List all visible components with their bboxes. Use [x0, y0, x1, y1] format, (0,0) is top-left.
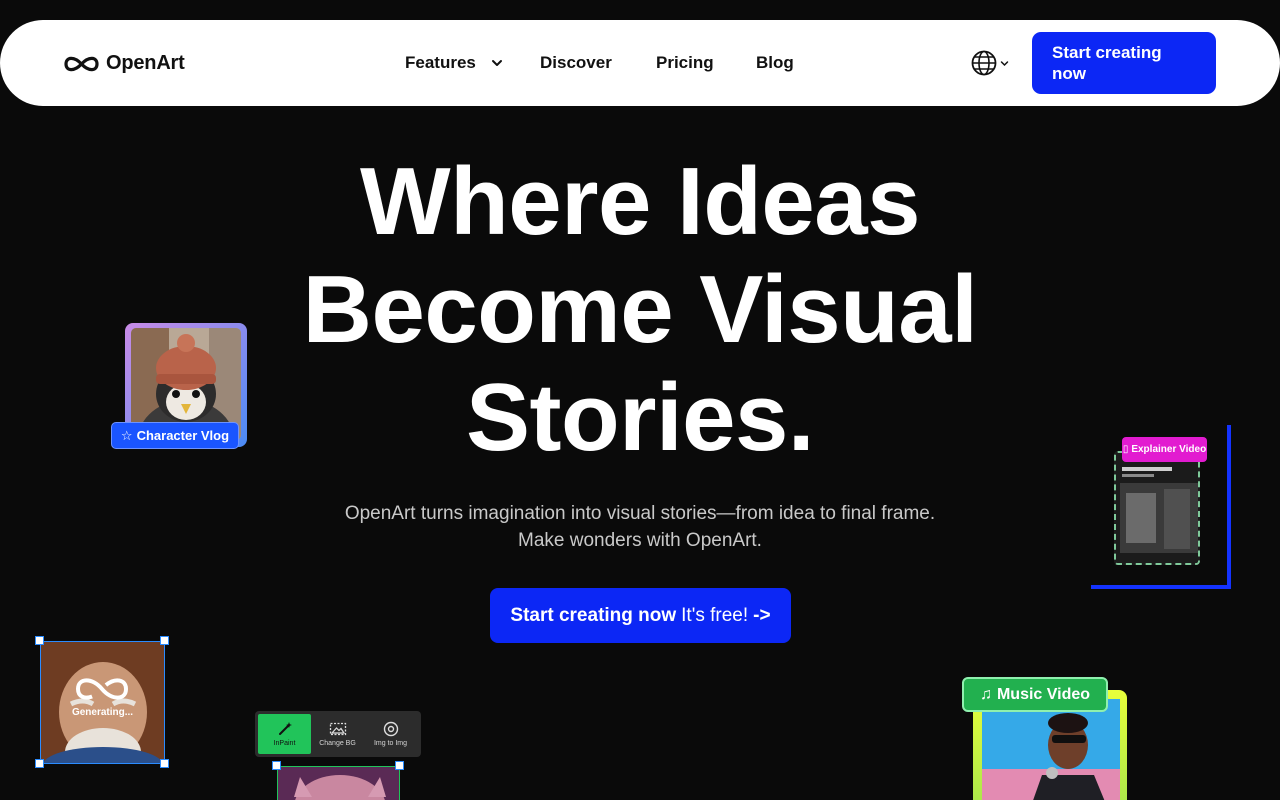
tool-inpaint-label: InPaint	[273, 740, 296, 747]
infinity-logo-icon	[64, 56, 99, 71]
resize-handle[interactable]	[160, 636, 169, 645]
hero-title-line: Become Visual	[302, 256, 978, 363]
nav-blog-link[interactable]: Blog	[756, 52, 794, 74]
hero-subtitle: OpenArt turns imagination into visual st…	[290, 500, 990, 554]
infinity-loading-icon	[75, 678, 129, 700]
top-navbar: OpenArt Features Discover Pricing Blog S…	[0, 20, 1280, 106]
resize-handle[interactable]	[35, 759, 44, 768]
music-note-icon: ♫	[979, 685, 992, 703]
hero-cta-label: Start creating now	[510, 604, 677, 626]
book-icon: ▯	[1122, 444, 1129, 455]
tool-inpaint[interactable]: InPaint	[258, 714, 311, 754]
tool-change-bg[interactable]: Change BG	[311, 714, 364, 754]
hero-subtitle-line: OpenArt turns imagination into visual st…	[344, 503, 936, 524]
nav-features-dropdown[interactable]: Features	[405, 52, 540, 74]
explainer-video-label: Explainer Video	[1131, 444, 1207, 455]
explainer-video-thumbnail	[1114, 451, 1200, 565]
character-vlog-tag: ☆ Character Vlog	[111, 422, 239, 449]
music-video-thumbnail	[982, 699, 1120, 800]
language-selector[interactable]	[970, 49, 1009, 77]
nav-features-label: Features	[405, 53, 476, 72]
generating-label: Generating...	[71, 707, 134, 718]
star-icon: ☆	[120, 427, 133, 443]
resize-handle[interactable]	[160, 759, 169, 768]
resize-handle[interactable]	[35, 636, 44, 645]
nav-discover-link[interactable]: Discover	[540, 52, 656, 74]
nav-start-creating-button[interactable]: Start creating now	[1032, 32, 1216, 94]
hero-cta-free-label: It's free!	[681, 604, 749, 626]
hero-cta-arrow: ->	[753, 604, 771, 626]
music-video-tag: ♫ Music Video	[962, 677, 1108, 712]
image-edit-toolbar: InPaint Change BG Img to Img	[255, 711, 421, 757]
tool-img-to-img-label: Img to Img	[373, 740, 408, 747]
cat-image-selection[interactable]	[277, 766, 400, 800]
logo-text: OpenArt	[106, 52, 185, 74]
globe-icon	[971, 50, 997, 76]
explainer-frame-line	[1227, 425, 1231, 589]
magic-wand-icon	[278, 722, 292, 735]
resize-handle[interactable]	[272, 761, 281, 770]
transform-icon	[383, 721, 398, 737]
tool-change-bg-label: Change BG	[319, 740, 356, 747]
image-icon	[329, 722, 346, 736]
explainer-frame-line	[1091, 585, 1231, 589]
hero-subtitle-line: Make wonders with OpenArt.	[518, 530, 762, 551]
main-nav: Features Discover Pricing Blog	[405, 52, 794, 74]
music-video-label: Music Video	[996, 685, 1091, 703]
hero-title-line: Stories.	[465, 364, 815, 471]
character-vlog-label: Character Vlog	[136, 428, 230, 443]
openart-logo[interactable]: OpenArt	[63, 52, 185, 75]
resize-handle[interactable]	[395, 761, 404, 770]
nav-pricing-link[interactable]: Pricing	[656, 52, 756, 74]
hero-title-line: Where Ideas	[359, 148, 921, 255]
hero-start-creating-button[interactable]: Start creating now It's free! ->	[490, 588, 791, 643]
explainer-video-tag: ▯ Explainer Video	[1122, 437, 1207, 462]
hero-title: Where Ideas Become Visual Stories.	[240, 148, 1040, 472]
chevron-down-small-icon	[1000, 60, 1009, 66]
chevron-down-icon	[491, 60, 502, 66]
tool-img-to-img[interactable]: Img to Img	[364, 714, 417, 754]
